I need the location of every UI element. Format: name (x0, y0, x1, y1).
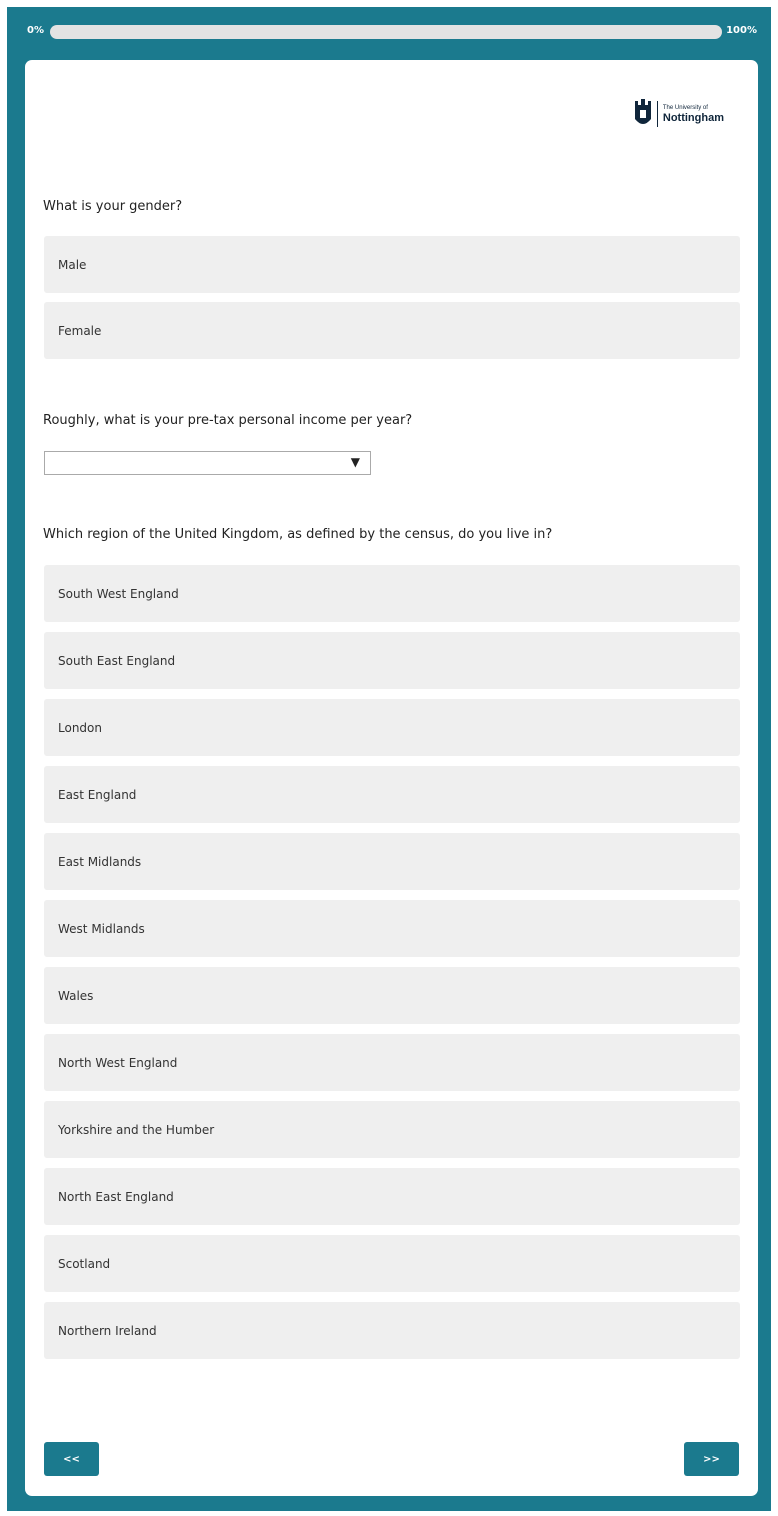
gender-option[interactable]: Male (44, 236, 740, 293)
university-logo: The University of Nottingham (634, 98, 724, 130)
income-question: Roughly, what is your pre-tax personal i… (43, 413, 413, 428)
region-option[interactable]: Yorkshire and the Humber (44, 1101, 740, 1158)
logo-text: The University of Nottingham (663, 104, 724, 124)
region-option[interactable]: Wales (44, 967, 740, 1024)
progress-bar: 0% 100% (7, 24, 771, 39)
progress-start-label: 0% (27, 25, 44, 36)
logo-line-2: Nottingham (662, 112, 724, 124)
survey-card: The University of Nottingham What is you… (25, 60, 758, 1496)
gender-option[interactable]: Female (44, 302, 740, 359)
region-option[interactable]: North West England (44, 1034, 740, 1091)
income-select[interactable]: ▼ (44, 451, 371, 475)
progress-track (50, 25, 722, 39)
next-button[interactable]: >> (684, 1442, 739, 1476)
region-question: Which region of the United Kingdom, as d… (43, 527, 553, 542)
region-option[interactable]: Northern Ireland (44, 1302, 740, 1359)
logo-divider (656, 101, 658, 127)
gender-choices: Male Female (44, 236, 740, 368)
logo-line-1: The University of (662, 105, 708, 111)
region-option[interactable]: South East England (44, 632, 740, 689)
gender-question: What is your gender? (43, 199, 183, 214)
chevron-down-icon: ▼ (350, 455, 360, 469)
region-option[interactable]: North East England (44, 1168, 740, 1225)
castle-crest-icon (634, 99, 651, 124)
region-choices: South West England South East England Lond… (44, 565, 740, 1369)
region-option[interactable]: Scotland (44, 1235, 740, 1292)
region-option[interactable]: East Midlands (44, 833, 740, 890)
region-option[interactable]: South West England (44, 565, 740, 622)
previous-button[interactable]: << (44, 1442, 99, 1476)
survey-frame: 0% 100% The University of Nottingham Wha… (7, 7, 771, 1511)
region-option[interactable]: East England (44, 766, 740, 823)
progress-end-label: 100% (726, 25, 757, 36)
region-option[interactable]: West Midlands (44, 900, 740, 957)
region-option[interactable]: London (44, 699, 740, 756)
